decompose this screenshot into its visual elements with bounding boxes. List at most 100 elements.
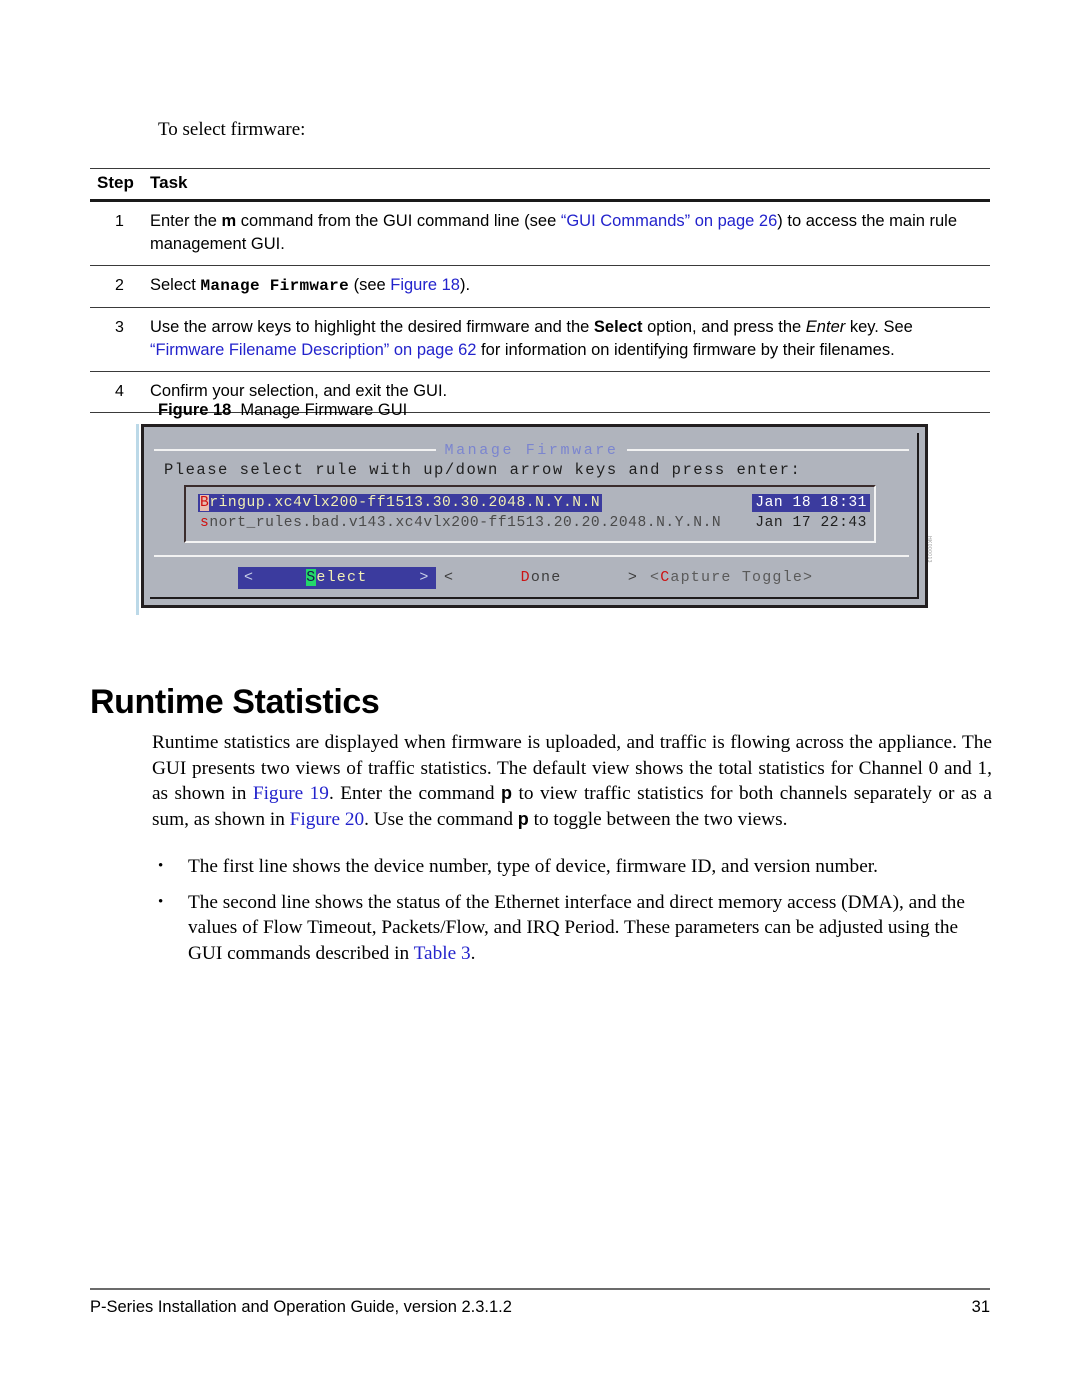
page-footer: P-Series Installation and Operation Guid… — [90, 1298, 990, 1317]
paragraph-fragment: p — [517, 808, 529, 829]
footer-rule — [90, 1288, 990, 1290]
task-fragment: (see — [348, 276, 391, 294]
intro-text: To select firmware: — [158, 119, 306, 140]
left-angle-icon: < — [244, 569, 255, 586]
footer-title: P-Series Installation and Operation Guid… — [90, 1298, 512, 1316]
bullet-text: The first line shows the device number, … — [188, 856, 878, 877]
task-fragment: m — [221, 212, 237, 230]
table-row: 1 Enter the m command from the GUI comman… — [90, 202, 990, 265]
bullet-fragment[interactable]: Table 3 — [414, 943, 471, 964]
task-fragment: option, and press the — [642, 318, 806, 336]
task-fragment: for information on identifying firmware … — [476, 341, 895, 359]
step-number: 4 — [115, 383, 124, 400]
list-item: • The second line shows the status of the… — [152, 890, 992, 967]
figure-caption-number: Figure 18 — [158, 401, 232, 419]
task-fragment: Select — [593, 318, 643, 336]
firmware-list-box[interactable]: Bringup.xc4vlx200-ff1513.30.30.2048.N.Y.… — [184, 485, 876, 543]
capture-label-rest: apture Toggle — [670, 569, 804, 586]
capture-prefix-icon: < — [650, 569, 661, 586]
firmware-filename[interactable]: snort_rules.bad.v143.xc4vlx200-ff1513.20… — [198, 514, 723, 532]
task-fragment: Confirm your selection, and exit the GUI… — [150, 382, 448, 400]
bullet-fragment: The second line shows the status of the … — [188, 891, 965, 964]
task-fragment: Enter the — [150, 212, 222, 230]
task-fragment: Manage Firmware — [200, 277, 349, 295]
right-angle-icon: > — [419, 569, 430, 586]
done-hotkey-char: D — [520, 569, 531, 586]
firmware-hotkey-char: B — [200, 495, 210, 511]
footer-page-number: 31 — [971, 1298, 990, 1316]
terminal-title-bar: Manage Firmware — [154, 441, 909, 459]
bullet-dot-icon: • — [158, 858, 164, 874]
paragraph-fragment: . Enter the command — [328, 783, 502, 804]
list-item[interactable]: snort_rules.bad.v143.xc4vlx200-ff1513.20… — [198, 513, 870, 533]
step-number: 1 — [115, 213, 124, 230]
bullet-list: • The first line shows the device number,… — [152, 854, 992, 966]
figure-caption: Figure 18 Manage Firmware GUI — [158, 401, 407, 420]
capture-hotkey-char: C — [660, 569, 671, 586]
button-separator-rule — [154, 555, 909, 557]
figure-18-image: Manage Firmware Please select rule with … — [136, 424, 948, 615]
body-paragraph: Runtime statistics are displayed when fi… — [152, 730, 992, 832]
firmware-filename-rest: nort_rules.bad.v143.xc4vlx200-ff1513.20.… — [209, 515, 722, 531]
task-description: Confirm your selection, and exit the GUI… — [150, 380, 990, 403]
paragraph-fragment: p — [501, 783, 513, 803]
task-description: Use the arrow keys to highlight the desi… — [150, 316, 990, 362]
firmware-date: Jan 18 18:31 — [752, 494, 870, 512]
firmware-filename-rest: ringup.xc4vlx200-ff1513.30.30.2048.N.Y.N… — [209, 495, 601, 511]
document-page: To select firmware: Step Task 1 Enter the… — [0, 0, 1080, 1397]
table-body: 1 Enter the m command from the GUI comman… — [90, 202, 990, 413]
task-fragment: key. See — [845, 318, 913, 336]
right-angle-icon: > — [627, 569, 639, 586]
table-row: 2 Select Manage Firmware (see Figure 18). — [90, 266, 990, 307]
terminal-inner-panel: Manage Firmware Please select rule with … — [150, 433, 919, 599]
terminal-window: Manage Firmware Please select rule with … — [141, 424, 928, 608]
firmware-hotkey-char: s — [200, 515, 210, 531]
list-item: • The first line shows the device number,… — [152, 854, 992, 880]
paragraph-fragment: to toggle between the two views. — [528, 808, 788, 830]
paragraph-fragment[interactable]: Figure 19 — [253, 783, 329, 804]
bullet-dot-icon: • — [158, 893, 164, 910]
bullet-text: The second line shows the status of the … — [188, 892, 965, 964]
column-header-step: Step — [97, 173, 134, 192]
paragraph-fragment: . Use the command — [364, 808, 518, 830]
task-fragment[interactable]: Figure 18 — [390, 276, 460, 294]
step-task-table: Step Task 1 Enter the m command from the … — [90, 168, 990, 413]
paragraph-fragment[interactable]: Figure 20 — [290, 809, 364, 830]
done-button[interactable]: < Done > — [444, 569, 638, 586]
task-description: Enter the m command from the GUI command… — [150, 210, 990, 256]
task-fragment: ). — [459, 276, 471, 294]
terminal-button-row: < Select > < Done > <Capture Toggle> — [150, 567, 917, 589]
task-fragment: command from the GUI command line (see — [236, 212, 561, 230]
firmware-date: Jan 17 22:43 — [755, 515, 867, 531]
bullet-fragment: . — [470, 942, 476, 964]
table-header-row: Step Task — [90, 169, 990, 199]
done-label-rest: one — [530, 569, 562, 586]
capture-toggle-button[interactable]: <Capture Toggle> — [650, 569, 813, 586]
firmware-filename[interactable]: Bringup.xc4vlx200-ff1513.30.30.2048.N.Y.… — [198, 494, 603, 512]
page-title: Runtime Statistics — [90, 682, 380, 721]
bullet-fragment: The first line shows the device number, … — [188, 856, 878, 877]
column-header-task: Task — [150, 173, 188, 192]
step-number: 3 — [115, 319, 124, 336]
terminal-title: Manage Firmware — [444, 441, 619, 459]
title-rule-left — [154, 449, 437, 451]
select-button[interactable]: < Select > — [238, 567, 436, 589]
figure-id-label: HK000013 — [926, 536, 932, 563]
select-hotkey-char: S — [306, 569, 317, 586]
capture-suffix-icon: > — [803, 569, 814, 586]
select-label-rest: elect — [316, 569, 368, 586]
step-number: 2 — [115, 277, 124, 294]
task-fragment: Enter — [805, 318, 846, 336]
list-item[interactable]: Bringup.xc4vlx200-ff1513.30.30.2048.N.Y.… — [198, 493, 870, 513]
left-angle-icon: < — [444, 569, 455, 586]
title-rule-right — [626, 449, 909, 451]
task-description: Select Manage Firmware (see Figure 18). — [150, 274, 990, 298]
figure-caption-text: Manage Firmware GUI — [240, 401, 408, 419]
task-fragment: Select — [150, 276, 201, 294]
task-fragment[interactable]: “GUI Commands” on page 26 — [561, 212, 777, 230]
task-fragment[interactable]: “Firmware Filename Description” on page … — [150, 341, 476, 359]
terminal-prompt-text: Please select rule with up/down arrow ke… — [164, 461, 802, 479]
body-content: Runtime statistics are displayed when fi… — [152, 730, 992, 976]
figure-left-edge-line — [136, 424, 139, 615]
task-fragment: Use the arrow keys to highlight the desi… — [150, 318, 594, 336]
